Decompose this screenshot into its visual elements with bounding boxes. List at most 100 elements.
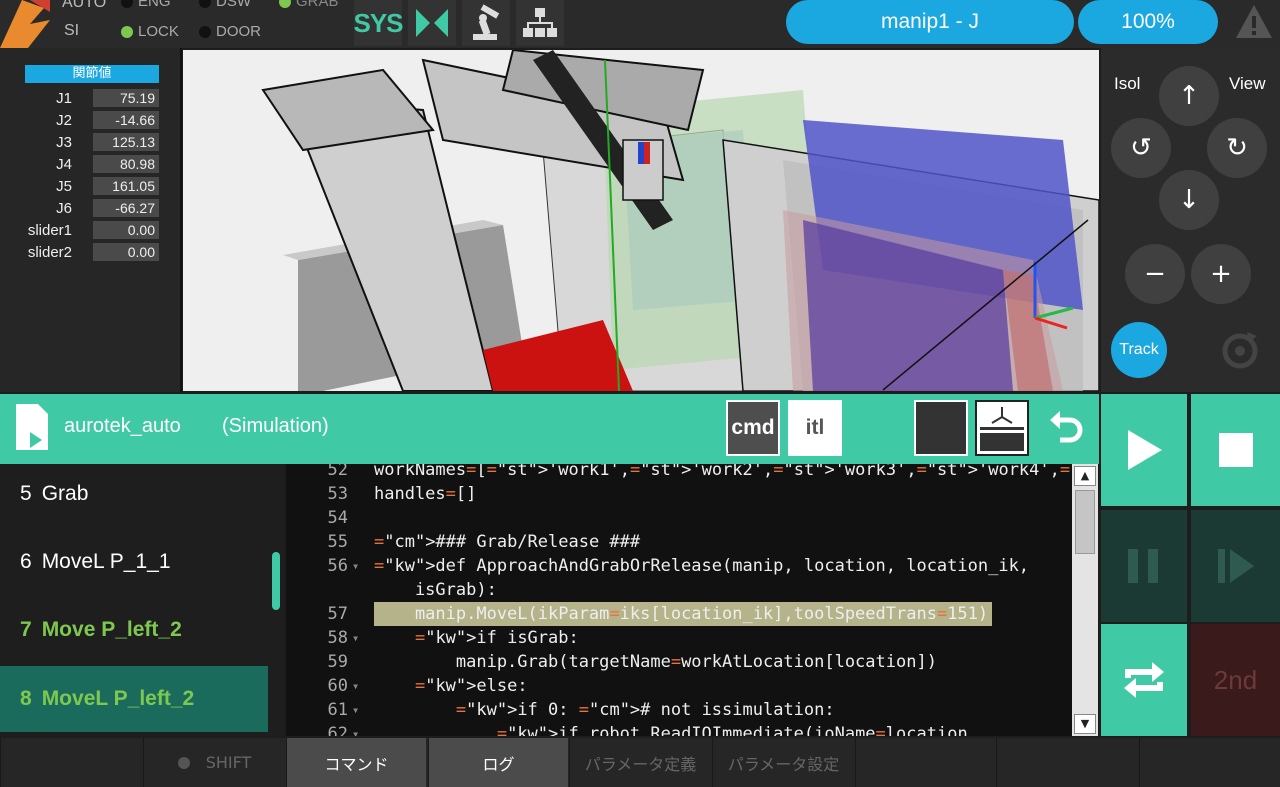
status-si-label: SI	[64, 22, 80, 39]
rotate-right-icon[interactable]: ↻	[1207, 118, 1267, 178]
mirror-icon[interactable]	[408, 0, 456, 46]
arrow-up-icon[interactable]: ↑	[1159, 66, 1219, 126]
joint-values-panel: 関節値 J1 75.19 J2 -14.66 J3 125.13 J4 80.98 J5…	[0, 48, 182, 392]
line-number: 57	[327, 604, 348, 624]
code-line-highlighted[interactable]: 57 manip.MoveL(ikParam=iks[location_ik],…	[286, 602, 1072, 626]
tab-log[interactable]: ログ	[428, 738, 568, 787]
line-number: 58	[327, 628, 348, 648]
manipulator-selector[interactable]: manip1 - J	[786, 0, 1074, 44]
pause-button[interactable]	[1101, 510, 1187, 622]
code-line[interactable]: 54	[286, 506, 1072, 530]
second-function-button[interactable]: 2nd	[1191, 624, 1280, 736]
code-line[interactable]: 59 manip.Grab(targetName=workAtLocation[…	[286, 650, 1072, 674]
step-label: MoveL P_left_2	[41, 687, 195, 710]
shift-label: SHIFT	[205, 753, 252, 772]
code-line[interactable]: 55 ="cm">### Grab/Release ###	[286, 530, 1072, 554]
program-name: aurotek_auto	[64, 415, 181, 437]
stop-button[interactable]	[1191, 394, 1280, 506]
code-line[interactable]: 60 ▾ ="kw">else:	[286, 674, 1072, 698]
speed-override[interactable]: 100%	[1078, 0, 1218, 44]
joint-row: J2 -14.66	[0, 111, 182, 131]
code-text: manip.Grab(targetName=workAtLocation[loc…	[374, 652, 937, 672]
play-button[interactable]	[1101, 394, 1187, 506]
joint-label: J2	[56, 112, 72, 129]
code-line[interactable]: isGrab):	[286, 578, 1072, 602]
joint-value: 0.00	[93, 243, 159, 261]
split-view-button[interactable]	[975, 400, 1029, 456]
joint-value: -66.27	[93, 199, 159, 217]
scroll-thumb[interactable]	[1075, 490, 1095, 554]
fold-toggle-icon[interactable]: ▾	[352, 722, 359, 736]
arrow-down-icon[interactable]: ↓	[1159, 170, 1219, 230]
step-list-scrollbar[interactable]	[268, 464, 284, 736]
line-number: 52	[327, 464, 348, 480]
sys-button[interactable]: SYS	[353, 0, 404, 46]
code-text: ="kw">if 0: ="cm"># not issimulation:	[455, 700, 835, 720]
code-line[interactable]: 56 ▾ ="kw">def ApproachAndGrabOrRelease(ma…	[286, 554, 1072, 578]
fold-toggle-icon[interactable]: ▾	[352, 698, 359, 722]
joint-label: slider2	[27, 244, 72, 261]
joint-row: slider1 0.00	[0, 221, 182, 241]
list-item[interactable]: 6 MoveL P_1_1	[0, 529, 268, 595]
list-item[interactable]: 5 Grab	[0, 464, 268, 527]
line-number: 59	[327, 652, 348, 672]
joint-label: J1	[56, 90, 72, 107]
editor-scrollbar[interactable]: ▲ ▼	[1072, 464, 1098, 736]
step-forward-button[interactable]	[1191, 510, 1280, 622]
tab-param-settings[interactable]: パラメータ設定	[712, 738, 854, 787]
sys-label: SYS	[353, 7, 403, 38]
status-lock: LOCK	[118, 22, 179, 42]
reset-view-icon[interactable]	[1217, 328, 1263, 374]
list-item-selected[interactable]: 8 MoveL P_left_2	[0, 666, 268, 732]
fold-toggle-icon[interactable]: ▾	[352, 626, 359, 650]
robot-arm-icon[interactable]	[462, 0, 510, 46]
code-line[interactable]: 61 ▾ ="kw">if 0: ="cm"># not issimulation…	[286, 698, 1072, 722]
joint-value: -14.66	[93, 111, 159, 129]
fullscreen-view-button[interactable]	[914, 400, 968, 456]
scroll-up-icon[interactable]: ▲	[1074, 466, 1096, 486]
joint-value: 161.05	[93, 177, 159, 195]
joint-label: J3	[56, 134, 72, 151]
code-text: isGrab):	[374, 580, 497, 600]
warning-icon[interactable]	[1234, 2, 1274, 42]
play-icon	[1128, 430, 1162, 470]
zoom-out-button[interactable]: −	[1125, 244, 1185, 304]
hierarchy-icon[interactable]	[516, 0, 564, 46]
code-text: ="kw">if isGrab:	[414, 628, 579, 648]
shift-button[interactable]: SHIFT	[143, 738, 285, 787]
joint-value: 0.00	[93, 221, 159, 239]
tab-empty-1[interactable]	[0, 738, 142, 787]
tab-empty-4[interactable]	[1139, 738, 1280, 787]
zoom-in-button[interactable]: +	[1191, 244, 1251, 304]
status-door: DOOR	[196, 22, 261, 42]
tab-empty-3[interactable]	[996, 738, 1138, 787]
itl-mode-button[interactable]: itl	[788, 400, 842, 456]
fold-toggle-icon[interactable]: ▾	[352, 554, 359, 578]
tab-param-define[interactable]: パラメータ定義	[569, 738, 711, 787]
tab-empty-2[interactable]	[855, 738, 995, 787]
program-mode: (Simulation)	[222, 415, 329, 437]
cmd-mode-button[interactable]: cmd	[726, 400, 780, 456]
code-editor[interactable]: 52 workNames=[="st">'work1',="st">'work2'…	[286, 464, 1072, 736]
rotate-left-icon[interactable]: ↺	[1111, 118, 1171, 178]
code-line[interactable]: 52 workNames=[="st">'work1',="st">'work2'…	[286, 464, 1072, 482]
line-number: 56	[327, 556, 348, 576]
scroll-thumb[interactable]	[272, 552, 280, 610]
scroll-down-icon[interactable]: ▼	[1074, 714, 1096, 734]
undo-icon[interactable]	[1046, 408, 1086, 448]
code-line[interactable]: 58 ▾ ="kw">if isGrab:	[286, 626, 1072, 650]
joint-values-title: 関節値	[25, 65, 159, 83]
joint-label: slider1	[27, 222, 72, 239]
step-list: 5 Grab 6 MoveL P_1_1 7 Move P_left_2 8 MoveL…	[0, 464, 268, 736]
track-button[interactable]: Track	[1111, 322, 1167, 378]
joint-row: J5 161.05	[0, 177, 182, 197]
isolate-button[interactable]: Isol	[1114, 74, 1140, 94]
view-button[interactable]: View	[1229, 74, 1266, 94]
loop-button[interactable]	[1101, 624, 1187, 736]
code-line[interactable]: 53 handles=[]	[286, 482, 1072, 506]
fold-toggle-icon[interactable]: ▾	[352, 674, 359, 698]
code-line[interactable]: 62 ▾ ="kw">if robot.ReadIOImmediate(ioNam…	[286, 722, 1072, 736]
list-item[interactable]: 7 Move P_left_2	[0, 597, 268, 663]
simulation-3d-viewport[interactable]	[183, 50, 1099, 391]
tab-command[interactable]: コマンド	[286, 738, 426, 787]
